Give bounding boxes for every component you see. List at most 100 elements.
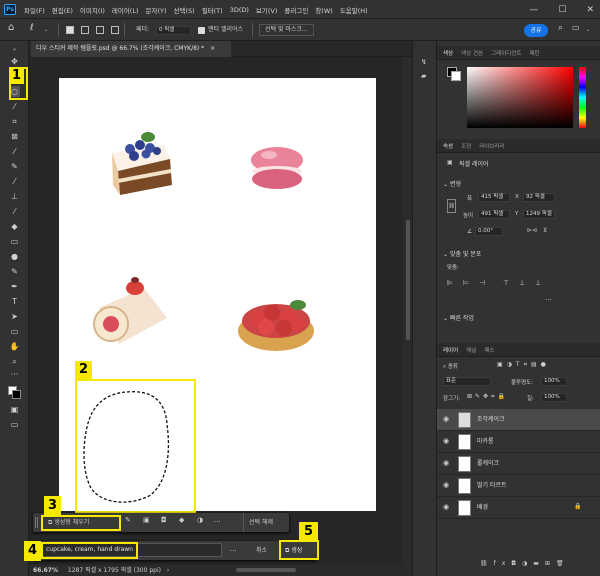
link-dimensions-icon[interactable]: ⛓ — [447, 199, 456, 213]
align-right-icon[interactable]: ⊣ — [479, 279, 485, 287]
width-input[interactable]: 415 픽셀 — [478, 193, 510, 202]
layer-row-strawberry-tart[interactable]: ◉ 딸기 타르트 — [437, 475, 600, 497]
menu-item-5[interactable]: 선택(S) — [174, 5, 195, 15]
menu-item-11[interactable]: 도움말(H) — [340, 5, 368, 15]
magic-wand-icon[interactable]: ⁄ — [9, 101, 20, 112]
gradient-tool-icon[interactable]: ▭ — [9, 236, 20, 247]
layer-row-macaron[interactable]: ◉ 마카롱 — [437, 431, 600, 453]
brush-tool-icon[interactable]: ⁄ — [9, 176, 20, 187]
align-middle-icon[interactable]: ⊥ — [519, 279, 525, 287]
align-section-title[interactable]: ⌄ 맞춤 및 분포 — [443, 249, 481, 258]
hand-tool-icon[interactable]: ✋ — [9, 341, 20, 352]
lock-icons[interactable]: ⊠✎✥⌗🔒 — [467, 393, 508, 401]
menu-item-2[interactable]: 이미지(I) — [80, 5, 105, 15]
eye-icon[interactable]: ◉ — [443, 503, 449, 511]
eyedropper-icon[interactable]: ⁄ — [9, 146, 20, 157]
layer-row-roll-cake[interactable]: ◉ 롤케이크 — [437, 453, 600, 475]
document-tab[interactable]: 디우 스티커 제작 템플릿.psd @ 66.7% (조각케이크, CMYK/8… — [31, 41, 231, 57]
zoom-level[interactable]: 66.67% — [33, 567, 58, 574]
height-input[interactable]: 491 픽셀 — [478, 210, 510, 219]
menu-item-3[interactable]: 레이어(L) — [112, 5, 139, 15]
antialias-checkbox[interactable] — [198, 27, 205, 34]
move-tool-icon[interactable]: ✥ — [9, 56, 20, 67]
menu-item-8[interactable]: 보기(V) — [256, 5, 277, 15]
tab-channels[interactable]: 채널 — [466, 346, 476, 354]
fill-input[interactable]: 100% — [541, 393, 567, 402]
layer-filter-icons[interactable]: ▣◑T⌗▤● — [497, 361, 550, 369]
more-options-button[interactable]: ... — [214, 516, 221, 524]
flip-horizontal-icon[interactable]: ⊳⊲ — [527, 227, 537, 234]
align-top-icon[interactable]: ⊤ — [503, 279, 509, 287]
new-selection-icon[interactable] — [66, 26, 74, 34]
background-color-swatch[interactable] — [451, 71, 461, 81]
feather-input[interactable]: 0 픽셀 — [156, 26, 191, 35]
tab-properties[interactable]: 속성 — [443, 142, 453, 150]
tab-gradients[interactable]: 그레이디언트 — [491, 49, 521, 57]
lasso-tool-icon[interactable]: ℓ — [30, 22, 34, 34]
transform-section-title[interactable]: ⌄ 변형 — [443, 179, 461, 188]
path-selection-icon[interactable]: ➤ — [9, 311, 20, 322]
quick-mask-icon[interactable]: ▣ — [9, 404, 20, 415]
horizontal-scroll-thumb[interactable] — [236, 568, 296, 572]
menu-item-0[interactable]: 파일(F) — [24, 5, 45, 15]
frame-tool-icon[interactable]: ⊠ — [9, 131, 20, 142]
layers-footer-icons[interactable]: ⛓fx◘◑▬⊞🗑 — [480, 560, 570, 572]
fill-icon[interactable]: ◆ — [179, 516, 184, 524]
modify-selection-icon[interactable]: ✎ — [125, 516, 131, 524]
menu-item-6[interactable]: 필터(T) — [202, 5, 223, 15]
status-arrow-icon[interactable]: › — [167, 567, 169, 574]
close-tab-icon[interactable]: × — [210, 45, 215, 52]
flip-vertical-icon[interactable]: ⊻ — [543, 227, 547, 234]
tab-libraries[interactable]: 라이브러리 — [479, 142, 504, 150]
y-input[interactable]: 1249 픽셀 — [523, 210, 555, 219]
history-brush-icon[interactable]: ⁄ — [9, 206, 20, 217]
tab-swatches[interactable]: 색상 견본 — [461, 49, 483, 57]
drag-handle-icon[interactable] — [35, 517, 38, 528]
eye-icon[interactable]: ◉ — [443, 437, 449, 445]
more-options-button[interactable]: ... — [230, 545, 237, 553]
add-selection-icon[interactable] — [81, 26, 89, 34]
clone-stamp-icon[interactable]: ⊥ — [9, 191, 20, 202]
deselect-button[interactable]: 선택 해제 — [243, 513, 273, 532]
eye-icon[interactable]: ◉ — [443, 415, 449, 423]
align-center-icon[interactable]: ⊨ — [463, 279, 469, 287]
x-input[interactable]: 92 픽셀 — [523, 193, 555, 202]
type-tool-icon[interactable]: T — [9, 296, 20, 307]
select-subject-icon[interactable]: ▣ — [143, 516, 150, 524]
cancel-button[interactable]: 취소 — [256, 541, 267, 560]
maximize-button[interactable]: ☐ — [558, 5, 566, 15]
eye-icon[interactable]: ◉ — [443, 459, 449, 467]
mask-icon[interactable]: ◘ — [161, 516, 167, 524]
select-and-mask-button[interactable]: 선택 및 마스크... — [259, 24, 314, 36]
background-color-swatch[interactable] — [12, 390, 21, 399]
eraser-icon[interactable]: ◆ — [9, 221, 20, 232]
tab-layers[interactable]: 레이어 — [443, 346, 458, 354]
blend-mode-select[interactable]: 표준 — [443, 377, 491, 386]
tab-patterns[interactable]: 패턴 — [530, 49, 540, 57]
chevron-down-icon[interactable]: ⌄ — [44, 24, 48, 36]
layer-filter-select[interactable]: ⌕ 종류 — [443, 362, 458, 371]
adjustment-icon[interactable]: ◑ — [197, 516, 203, 524]
share-button[interactable]: 공유 — [524, 24, 548, 37]
minimize-button[interactable]: — — [529, 5, 538, 15]
home-icon[interactable]: ⌂ — [8, 22, 14, 34]
history-icon[interactable]: ↯ — [421, 58, 427, 66]
healing-brush-icon[interactable]: ✎ — [9, 161, 20, 172]
more-align-button[interactable]: ... — [545, 294, 552, 302]
menu-item-1[interactable]: 편집(E) — [52, 5, 73, 15]
menu-item-9[interactable]: 플러그인 — [284, 5, 308, 15]
menu-item-10[interactable]: 창(W) — [315, 5, 332, 15]
dodge-tool-icon[interactable]: ✎ — [9, 266, 20, 277]
angle-input[interactable]: 0.00° — [475, 227, 503, 236]
pen-tool-icon[interactable]: ✒ — [9, 281, 20, 292]
color-field[interactable] — [467, 67, 573, 128]
subtract-selection-icon[interactable] — [96, 26, 104, 34]
vertical-scroll-thumb[interactable] — [406, 220, 410, 340]
align-bottom-icon[interactable]: ⊥ — [535, 279, 541, 287]
intersect-selection-icon[interactable] — [111, 26, 119, 34]
rectangle-tool-icon[interactable]: ▭ — [9, 326, 20, 337]
workspace-icon[interactable]: ▭ — [572, 22, 580, 34]
collapse-icon[interactable]: » — [9, 45, 20, 56]
more-tools-icon[interactable]: ··· — [9, 369, 20, 380]
align-left-icon[interactable]: ⊫ — [447, 279, 453, 287]
